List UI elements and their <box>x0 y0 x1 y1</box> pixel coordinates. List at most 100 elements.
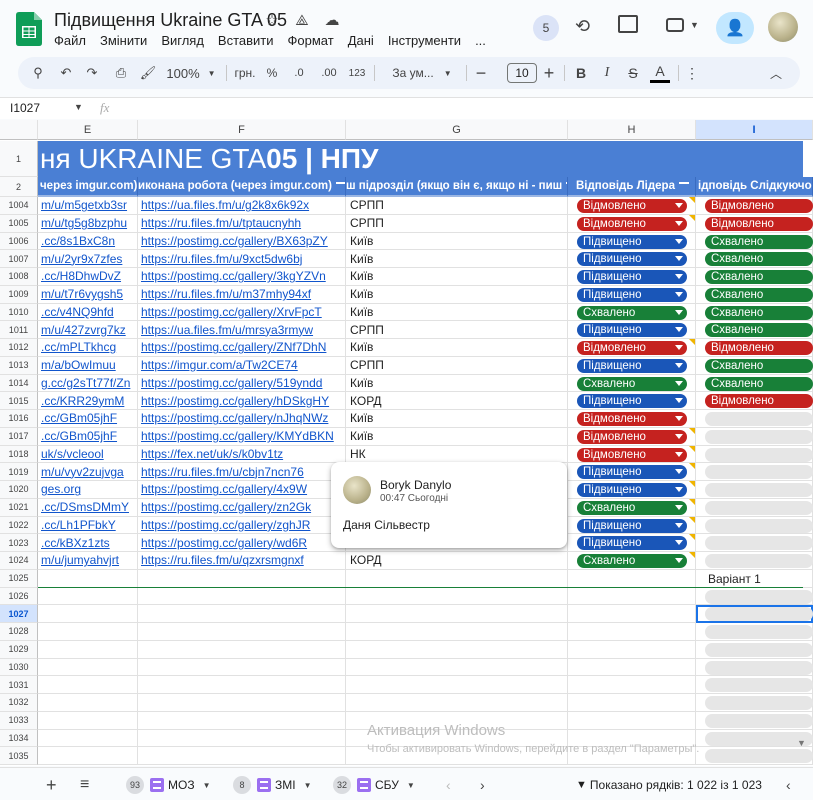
cell-e[interactable]: m/u/427zvrg7kz <box>38 321 138 339</box>
empty-status-chip[interactable] <box>705 678 813 693</box>
row-header[interactable]: 1035 <box>0 747 38 765</box>
follower-status-chip[interactable]: Відмовлено <box>705 341 813 355</box>
leader-status-chip[interactable]: Відмовлено <box>577 429 687 444</box>
cell-g-unit[interactable]: СРПП <box>346 321 568 339</box>
cell-g-unit[interactable]: Київ <box>346 410 568 428</box>
leader-status-chip[interactable]: Схвалено <box>577 554 687 568</box>
collapse-menus-icon[interactable]: ︿ <box>768 57 784 89</box>
follower-status-chip[interactable] <box>705 554 813 568</box>
filter-icon[interactable] <box>335 182 345 190</box>
star-icon[interactable]: ☆ <box>262 10 282 30</box>
all-sheets-menu-icon[interactable]: ≡ <box>80 774 89 796</box>
menu-file[interactable]: Файл <box>54 33 86 48</box>
cell-e[interactable]: m/u/2yr9x7zfes <box>38 250 138 268</box>
row-header[interactable]: 1032 <box>0 694 38 712</box>
empty-cell[interactable] <box>346 640 568 659</box>
more-options-icon[interactable]: ⋮ <box>685 57 699 89</box>
select-all-corner[interactable] <box>0 120 38 140</box>
empty-cell[interactable] <box>346 587 568 606</box>
cell-g-unit[interactable]: СРПП <box>346 214 568 233</box>
cell-f-link[interactable]: https://ru.files.fm/u/9xct5dw6bj <box>138 250 346 268</box>
row-header[interactable]: 1026 <box>0 587 38 606</box>
cell-g-unit[interactable]: Київ <box>346 427 568 446</box>
add-sheet-icon[interactable]: + <box>46 774 57 796</box>
column-header-h[interactable]: H <box>568 120 696 140</box>
cell-e[interactable]: .cc/Lh1PFbkY <box>38 516 138 535</box>
cell-e[interactable]: .cc/mPLTkhcg <box>38 339 138 357</box>
more-formats-button[interactable]: 123 <box>346 57 368 89</box>
side-panel-toggle-icon[interactable]: ‹ <box>786 774 791 796</box>
cell-e[interactable]: .cc/GBm05jhF <box>38 410 138 428</box>
menu-data[interactable]: Дані <box>348 33 374 48</box>
empty-cell[interactable] <box>346 605 568 623</box>
filter-icon[interactable] <box>678 182 689 190</box>
row-header[interactable]: 1030 <box>0 658 38 677</box>
empty-status-chip[interactable] <box>705 607 813 622</box>
row-header[interactable]: 1034 <box>0 729 38 748</box>
leader-status-chip[interactable]: Схвалено <box>577 500 687 515</box>
empty-cell[interactable] <box>38 747 138 765</box>
empty-cell[interactable] <box>38 587 138 606</box>
scroll-tabs-left-icon[interactable]: ‹ <box>446 774 451 796</box>
filter-icon[interactable] <box>566 182 567 190</box>
cell-e[interactable]: .cc/kBXz1zts <box>38 534 138 552</box>
follower-status-chip[interactable] <box>705 412 813 426</box>
follower-status-chip[interactable] <box>705 447 813 462</box>
leader-status-chip[interactable]: Підвищено <box>577 518 687 533</box>
row-header[interactable]: 1012 <box>0 339 38 357</box>
name-box[interactable]: I1027 <box>10 101 40 115</box>
empty-cell[interactable] <box>38 569 138 588</box>
row-header[interactable]: 1009 <box>0 285 38 304</box>
leader-status-chip[interactable]: Підвищено <box>577 270 687 284</box>
follower-status-chip[interactable]: Схвалено <box>705 323 813 338</box>
cell-f-link[interactable]: https://postimg.cc/gallery/hDSkgHY <box>138 392 346 410</box>
empty-status-chip[interactable] <box>705 713 813 728</box>
row-header[interactable]: 1006 <box>0 232 38 251</box>
comments-icon[interactable] <box>618 15 638 33</box>
sheet-tab-moz[interactable]: 93 МОЗ ▼ <box>126 774 211 796</box>
empty-cell[interactable] <box>568 676 696 694</box>
row-header[interactable]: 1005 <box>0 214 38 233</box>
italic-icon[interactable]: I <box>598 57 616 89</box>
cell-g-unit[interactable]: Київ <box>346 285 568 304</box>
undo-icon[interactable]: ↶ <box>56 57 76 89</box>
leader-status-chip[interactable]: Підвищено <box>577 234 687 249</box>
text-color-icon[interactable]: A <box>650 61 670 83</box>
menu-more[interactable]: ... <box>475 33 486 48</box>
cell-e[interactable]: m/a/bOwImuu <box>38 356 138 375</box>
row-header[interactable]: 1016 <box>0 410 38 428</box>
empty-cell[interactable] <box>568 587 696 606</box>
cell-f-link[interactable]: https://postimg.cc/gallery/wd6R <box>138 534 346 552</box>
row-header-2[interactable]: 2 <box>0 177 38 197</box>
cell-e[interactable]: m/u/m5getxb3sr <box>38 197 138 215</box>
cell-e[interactable]: g.cc/g2sTt77f/Zn <box>38 374 138 393</box>
follower-status-chip[interactable]: Схвалено <box>705 358 813 373</box>
paint-format-icon[interactable]: 🖌 <box>138 57 158 89</box>
increase-font-size-icon[interactable]: + <box>540 57 558 89</box>
follower-status-chip[interactable]: Відмовлено <box>705 216 813 231</box>
row-header[interactable]: 1021 <box>0 498 38 517</box>
account-avatar[interactable] <box>768 12 798 42</box>
empty-cell[interactable] <box>568 640 696 659</box>
move-to-drive-icon[interactable]: ⟁ <box>292 10 312 30</box>
empty-status-chip[interactable] <box>705 749 813 764</box>
empty-status-chip[interactable] <box>705 696 813 710</box>
menu-tools[interactable]: Інструменти <box>388 33 461 48</box>
leader-status-chip[interactable]: Відмовлено <box>577 447 687 462</box>
empty-cell[interactable] <box>346 623 568 641</box>
menu-view[interactable]: Вигляд <box>161 33 204 48</box>
leader-status-chip[interactable]: Підвищено <box>577 287 687 302</box>
empty-cell[interactable] <box>138 711 346 730</box>
comment-popup[interactable]: Boryk Danylo 00:47 Сьогодні Даня Сільвес… <box>331 462 567 548</box>
header-cell-g[interactable]: ш підрозділ (якщо він є, якщо ні - пиш <box>346 177 568 197</box>
cell-e[interactable]: .cc/8s1BxC8n <box>38 232 138 251</box>
cell-e[interactable]: m/u/vyv2zujvga <box>38 463 138 481</box>
empty-cell[interactable] <box>568 605 696 623</box>
cell-f-link[interactable]: https://postimg.cc/gallery/nJhqNWz <box>138 410 346 428</box>
empty-cell[interactable] <box>38 676 138 694</box>
empty-cell[interactable] <box>138 605 346 623</box>
leader-status-chip[interactable]: Підвищено <box>577 358 687 373</box>
cell-g-unit[interactable]: КОРД <box>346 392 568 410</box>
sheet-tab-sbu[interactable]: 32 СБУ ▼ <box>333 774 415 796</box>
leader-status-chip[interactable]: Підвищено <box>577 465 687 480</box>
